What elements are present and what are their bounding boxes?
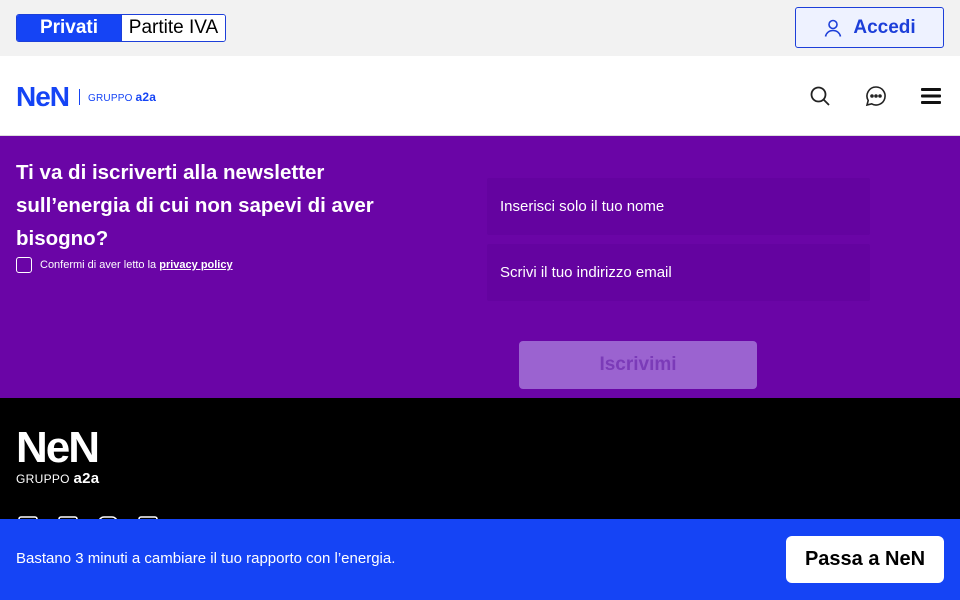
newsletter-title: Ti va di iscriverti alla newsletter sull… xyxy=(16,161,374,250)
menu-icon[interactable] xyxy=(919,84,943,108)
nen-logo[interactable]: NeN GRUPPO a2a xyxy=(16,81,156,112)
segment-privati[interactable]: Privati xyxy=(17,15,121,41)
footer-logo[interactable]: NeN GRUPPO a2a xyxy=(16,423,100,488)
cta-text: Bastano 3 minuti a cambiare il tuo rappo… xyxy=(16,550,396,567)
footer-logo-group-label: GRUPPO xyxy=(16,472,70,486)
email-input[interactable]: Scrivi il tuo indirizzo email xyxy=(487,244,870,301)
logo-brand: a2a xyxy=(135,90,157,104)
logo-group-label: GRUPPO xyxy=(88,93,133,104)
chat-icon[interactable] xyxy=(864,84,888,108)
name-input[interactable]: Inserisci solo il tuo nome xyxy=(487,178,870,235)
privacy-policy-link[interactable]: privacy policy xyxy=(159,259,232,271)
customer-type-switch: Privati Partite IVA xyxy=(16,14,226,42)
utility-bar: Privati Partite IVA Accedi xyxy=(0,0,960,56)
switch-cta-bar: Bastano 3 minuti a cambiare il tuo rappo… xyxy=(0,519,960,600)
privacy-checkbox[interactable] xyxy=(16,257,32,273)
search-icon[interactable] xyxy=(808,84,832,108)
logo-mark: NeN xyxy=(16,81,70,112)
newsletter-section: Ti va di iscriverti alla newsletter sull… xyxy=(0,136,960,398)
consent-text: Confermi di aver letto la privacy policy xyxy=(40,259,233,271)
login-button[interactable]: Accedi xyxy=(795,7,944,48)
login-label: Accedi xyxy=(853,16,916,38)
footer-logo-mark: NeN xyxy=(16,423,100,472)
privacy-consent: Confermi di aver letto la privacy policy xyxy=(16,257,233,273)
user-icon xyxy=(825,19,842,37)
logo-divider xyxy=(79,89,81,105)
segment-partite-iva[interactable]: Partite IVA xyxy=(121,15,225,41)
main-header: NeN GRUPPO a2a xyxy=(0,56,960,136)
footer-logo-group: GRUPPO a2a xyxy=(16,470,99,487)
subscribe-button[interactable]: Iscrivimi xyxy=(519,341,757,389)
switch-to-nen-button[interactable]: Passa a NeN xyxy=(786,536,944,583)
consent-prefix: Confermi di aver letto la xyxy=(40,259,157,271)
logo-group-text: GRUPPO a2a xyxy=(88,90,156,104)
footer-logo-brand: a2a xyxy=(73,470,100,487)
